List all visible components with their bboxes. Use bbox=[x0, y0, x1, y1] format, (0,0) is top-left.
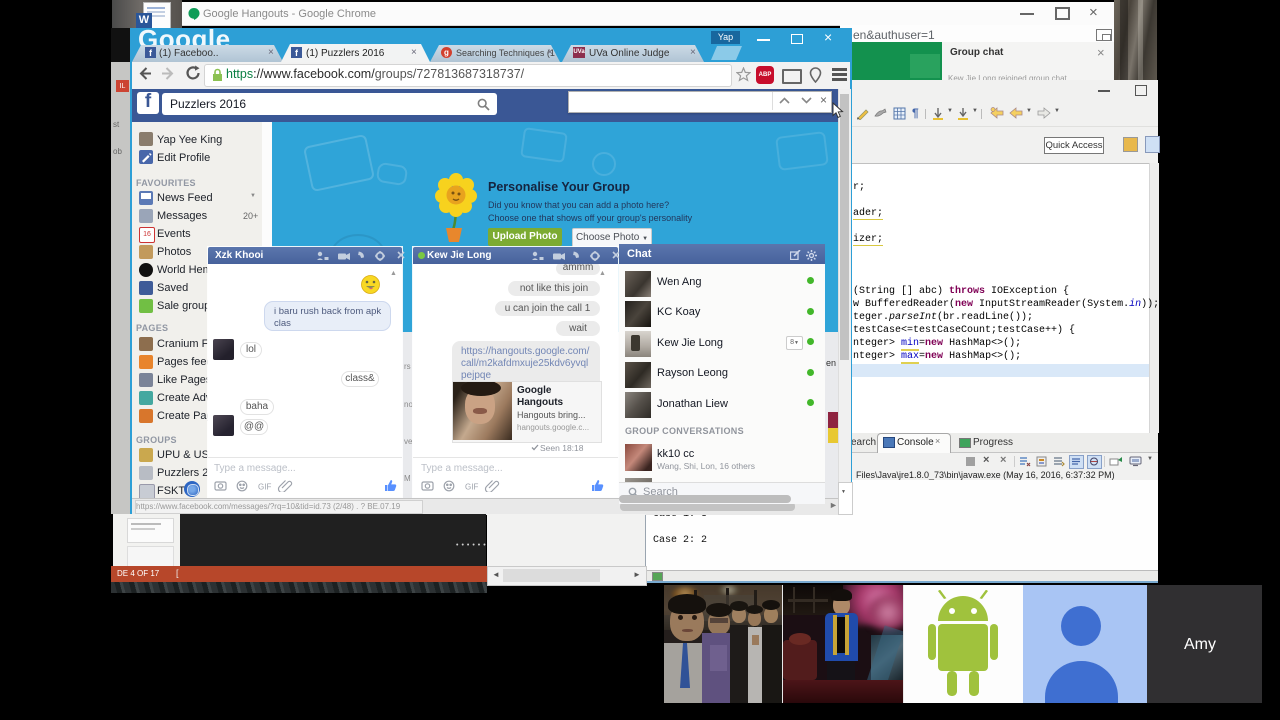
svg-text:GIF: GIF bbox=[465, 483, 478, 492]
svg-text:GIF: GIF bbox=[258, 483, 271, 492]
